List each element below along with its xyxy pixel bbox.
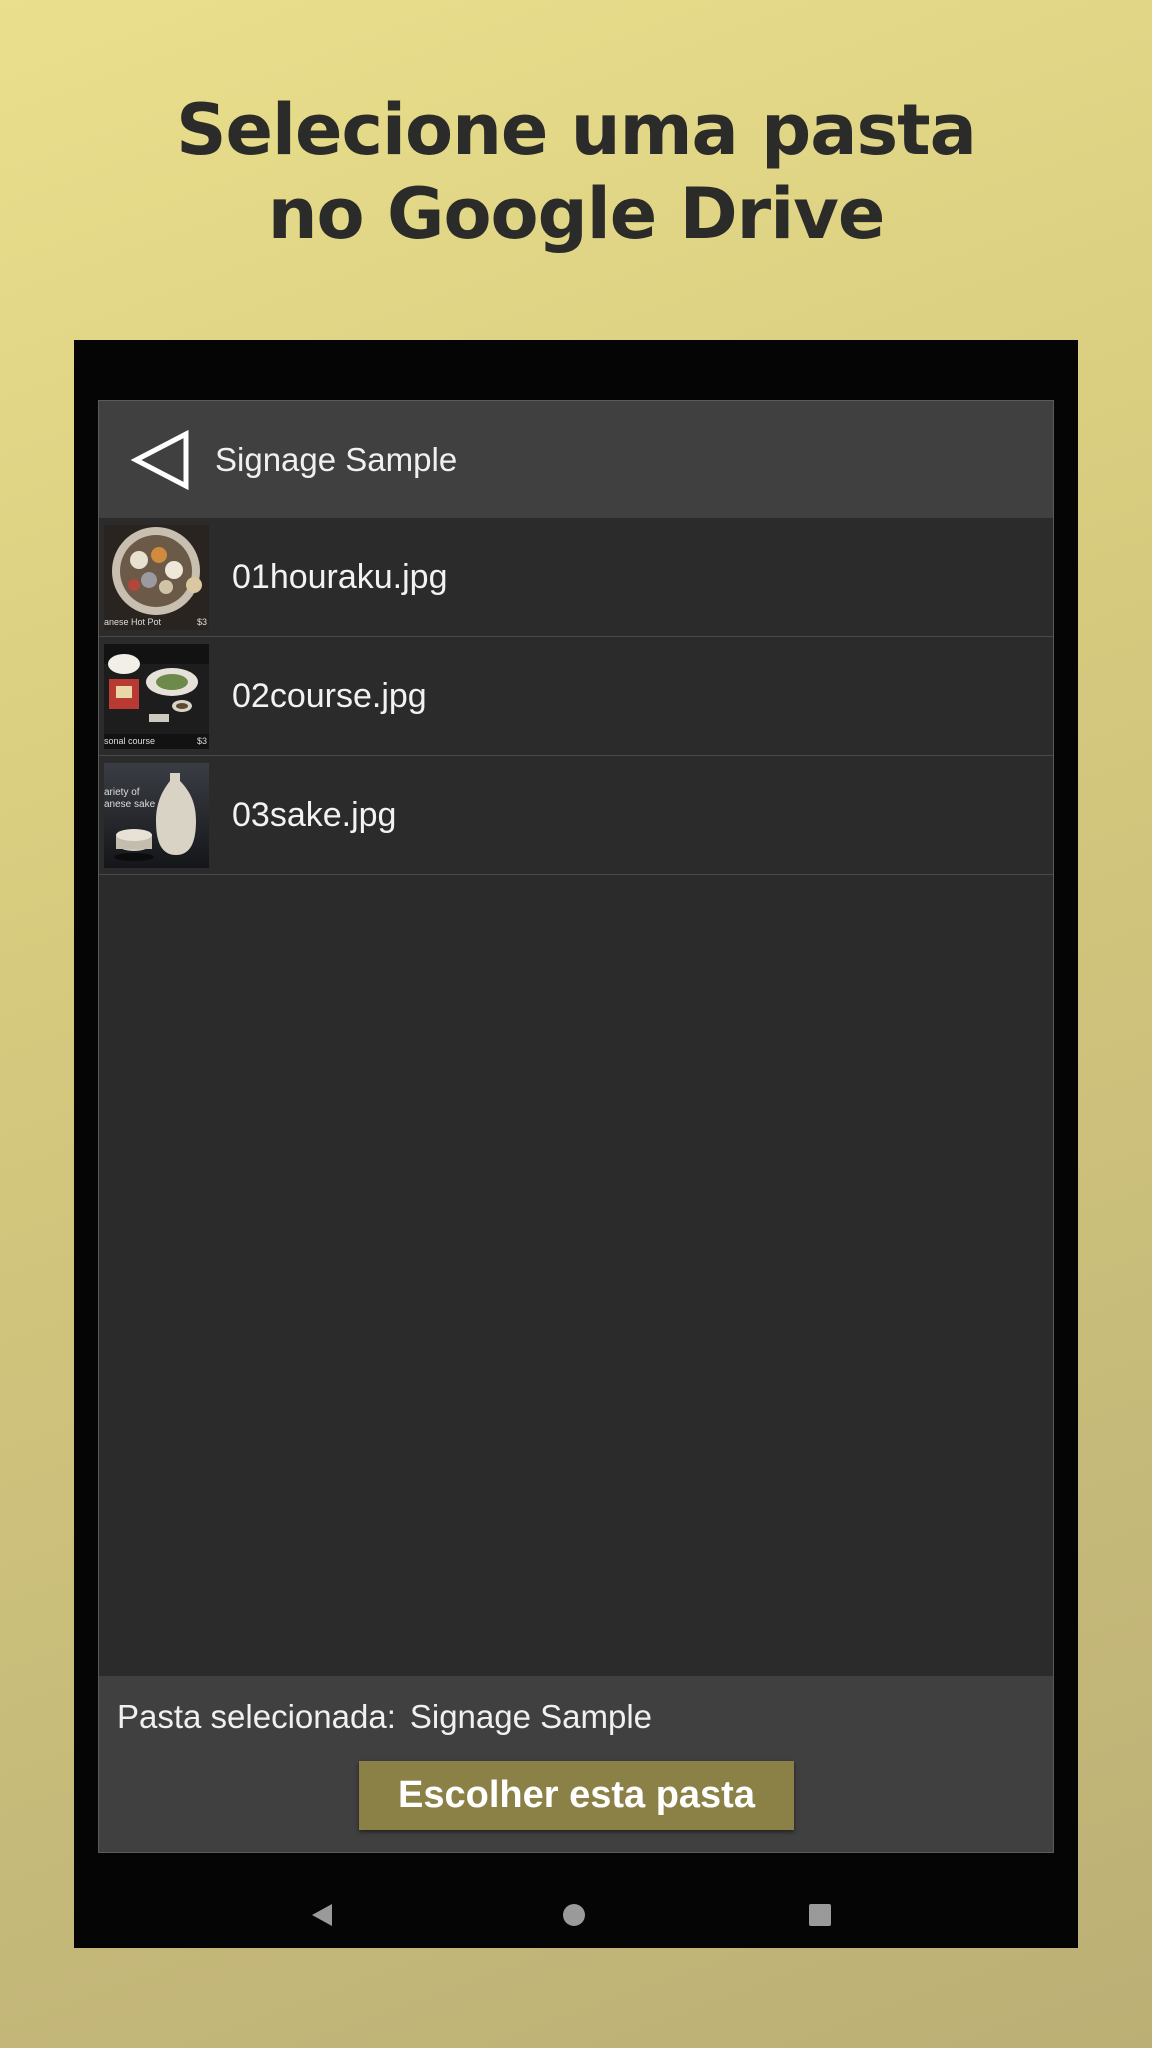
thumb-caption: sonal course <box>104 735 156 746</box>
choose-folder-button[interactable]: Escolher esta pasta <box>359 1761 794 1830</box>
selection-footer: Pasta selecionada: Signage Sample Escolh… <box>99 1676 1053 1852</box>
thumb-price: $3 <box>196 616 207 627</box>
promo-headline-line1: Selecione uma pasta <box>176 89 977 171</box>
file-row-03sake[interactable]: ariety of anese sake 03sake.jpg <box>99 756 1053 875</box>
file-row-02course[interactable]: sonal course $3 02course.jpg <box>99 637 1053 756</box>
selected-folder-label: Pasta selecionada: <box>117 1698 396 1735</box>
nav-back-icon <box>312 1904 332 1926</box>
promo-headline: Selecione uma pasta no Google Drive <box>0 88 1152 256</box>
thumb-price: $3 <box>196 735 207 746</box>
file-name: 02course.jpg <box>232 676 427 715</box>
file-list: anese Hot Pot $3 01houraku.jpg sonal cou… <box>99 518 1053 875</box>
app-header: Signage Sample <box>99 401 1053 518</box>
thumb-caption: anese Hot Pot <box>104 616 162 627</box>
nav-recents-icon <box>809 1904 831 1926</box>
device-frame: Signage Sample anese Hot Pot $3 01hourak… <box>74 340 1078 1948</box>
back-triangle-icon <box>130 429 189 490</box>
promo-headline-line2: no Google Drive <box>267 173 886 255</box>
file-name: 01houraku.jpg <box>232 557 448 596</box>
file-thumbnail: sonal course $3 <box>104 643 209 749</box>
system-navbar <box>74 1880 1078 1948</box>
app-screen: Signage Sample anese Hot Pot $3 01hourak… <box>98 400 1054 1853</box>
folder-title: Signage Sample <box>215 440 458 478</box>
file-name: 03sake.jpg <box>232 795 397 834</box>
file-thumbnail: ariety of anese sake <box>104 762 209 868</box>
nav-back-button[interactable] <box>304 1897 340 1933</box>
nav-home-icon <box>563 1904 585 1926</box>
selected-folder-line: Pasta selecionada: Signage Sample <box>117 1698 652 1736</box>
selected-folder-value: Signage Sample <box>409 1698 653 1735</box>
nav-home-button[interactable] <box>556 1897 592 1933</box>
thumb-caption: ariety of anese sake <box>104 786 156 810</box>
file-row-01houraku[interactable]: anese Hot Pot $3 01houraku.jpg <box>99 518 1053 637</box>
nav-recents-button[interactable] <box>802 1897 838 1933</box>
file-thumbnail: anese Hot Pot $3 <box>104 524 209 630</box>
back-button[interactable] <box>125 424 197 496</box>
